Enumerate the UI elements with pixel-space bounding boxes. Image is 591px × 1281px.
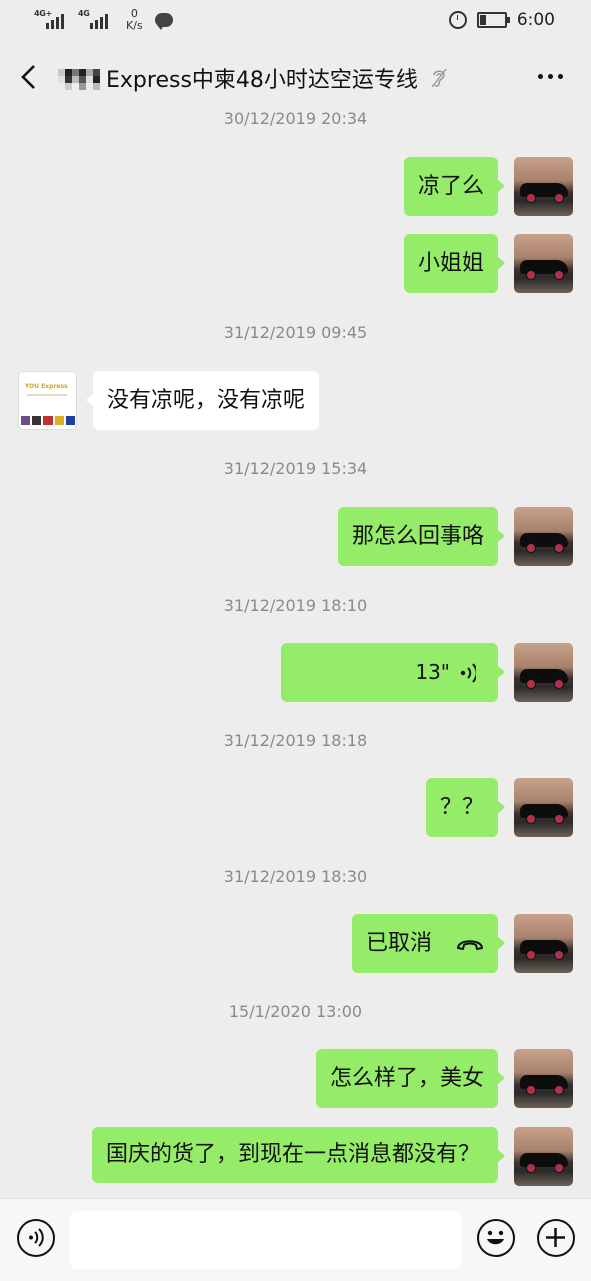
chat-header: Express中柬48小时达空运专线 — [0, 42, 591, 112]
timestamp: 31/12/2019 18:30 — [223, 867, 368, 886]
back-arrow-icon[interactable] — [18, 64, 40, 90]
timestamp: 15/1/2020 13:00 — [228, 1002, 363, 1021]
timestamp: 30/12/2019 20:34 — [223, 112, 368, 128]
contact-avatar[interactable]: YOU Express — [18, 371, 77, 430]
network-type-label-2: 4G — [78, 9, 90, 18]
plus-icon[interactable] — [537, 1219, 575, 1257]
my-avatar[interactable] — [514, 507, 573, 566]
my-avatar[interactable] — [514, 643, 573, 702]
more-dots-icon[interactable] — [538, 74, 563, 79]
my-avatar[interactable] — [514, 157, 573, 216]
battery-icon — [476, 12, 510, 28]
voice-input-icon[interactable] — [17, 1219, 55, 1257]
emoji-icon[interactable] — [477, 1219, 515, 1257]
alarm-icon — [448, 11, 467, 29]
input-bar — [0, 1198, 591, 1281]
status-bar: 4G+ 4G 0 K/s 6:00 — [0, 0, 591, 42]
my-avatar[interactable] — [514, 234, 573, 293]
my-avatar[interactable] — [514, 1127, 573, 1186]
my-avatar[interactable] — [514, 1049, 573, 1108]
call-status-text: 已取消 — [365, 931, 432, 956]
message-bubble-sent[interactable]: 那怎么回事咯 — [337, 507, 506, 566]
chat-notification-icon — [154, 13, 173, 30]
voice-wave-icon — [460, 662, 476, 683]
timestamp: 31/12/2019 09:45 — [223, 323, 368, 342]
my-avatar[interactable] — [514, 914, 573, 973]
message-bubble-sent[interactable]: 凉了么 — [403, 157, 506, 216]
redacted-mosaic — [58, 65, 104, 91]
call-message-bubble[interactable]: 已取消 — [351, 914, 506, 973]
timestamp: 31/12/2019 18:10 — [223, 596, 368, 615]
phone-hangup-icon — [457, 939, 483, 950]
contact-avatar-logo-text: YOU Express — [25, 383, 68, 390]
timestamp: 31/12/2019 18:18 — [223, 731, 368, 750]
clock: 6:00 — [516, 10, 555, 30]
signal-icon-2: 4G — [78, 9, 114, 31]
timestamp: 31/12/2019 15:34 — [223, 459, 368, 478]
message-bubble-received[interactable]: 没有凉呢，没有凉呢 — [85, 371, 320, 430]
voice-duration: 13" — [415, 660, 450, 684]
network-speed: 0 K/s — [126, 8, 143, 32]
message-list[interactable]: 30/12/2019 20:34 凉了么 小姐姐 31/12/2019 09:4… — [0, 112, 591, 1198]
message-input[interactable] — [70, 1211, 462, 1269]
message-bubble-sent[interactable]: 怎么样了，美女 — [315, 1049, 506, 1108]
voice-message-bubble[interactable]: 13" — [281, 643, 505, 702]
message-bubble-sent[interactable]: 国庆的货了，到现在一点消息都没有？ — [92, 1127, 505, 1183]
my-avatar[interactable] — [514, 778, 573, 837]
signal-icon: 4G+ — [34, 9, 70, 31]
chat-title: Express中柬48小时达空运专线 — [106, 68, 418, 93]
message-bubble-sent[interactable]: ？？ — [425, 778, 506, 837]
ear-mute-icon — [431, 68, 447, 88]
message-bubble-sent[interactable]: 小姐姐 — [403, 234, 506, 293]
network-speed-unit: K/s — [126, 19, 143, 32]
